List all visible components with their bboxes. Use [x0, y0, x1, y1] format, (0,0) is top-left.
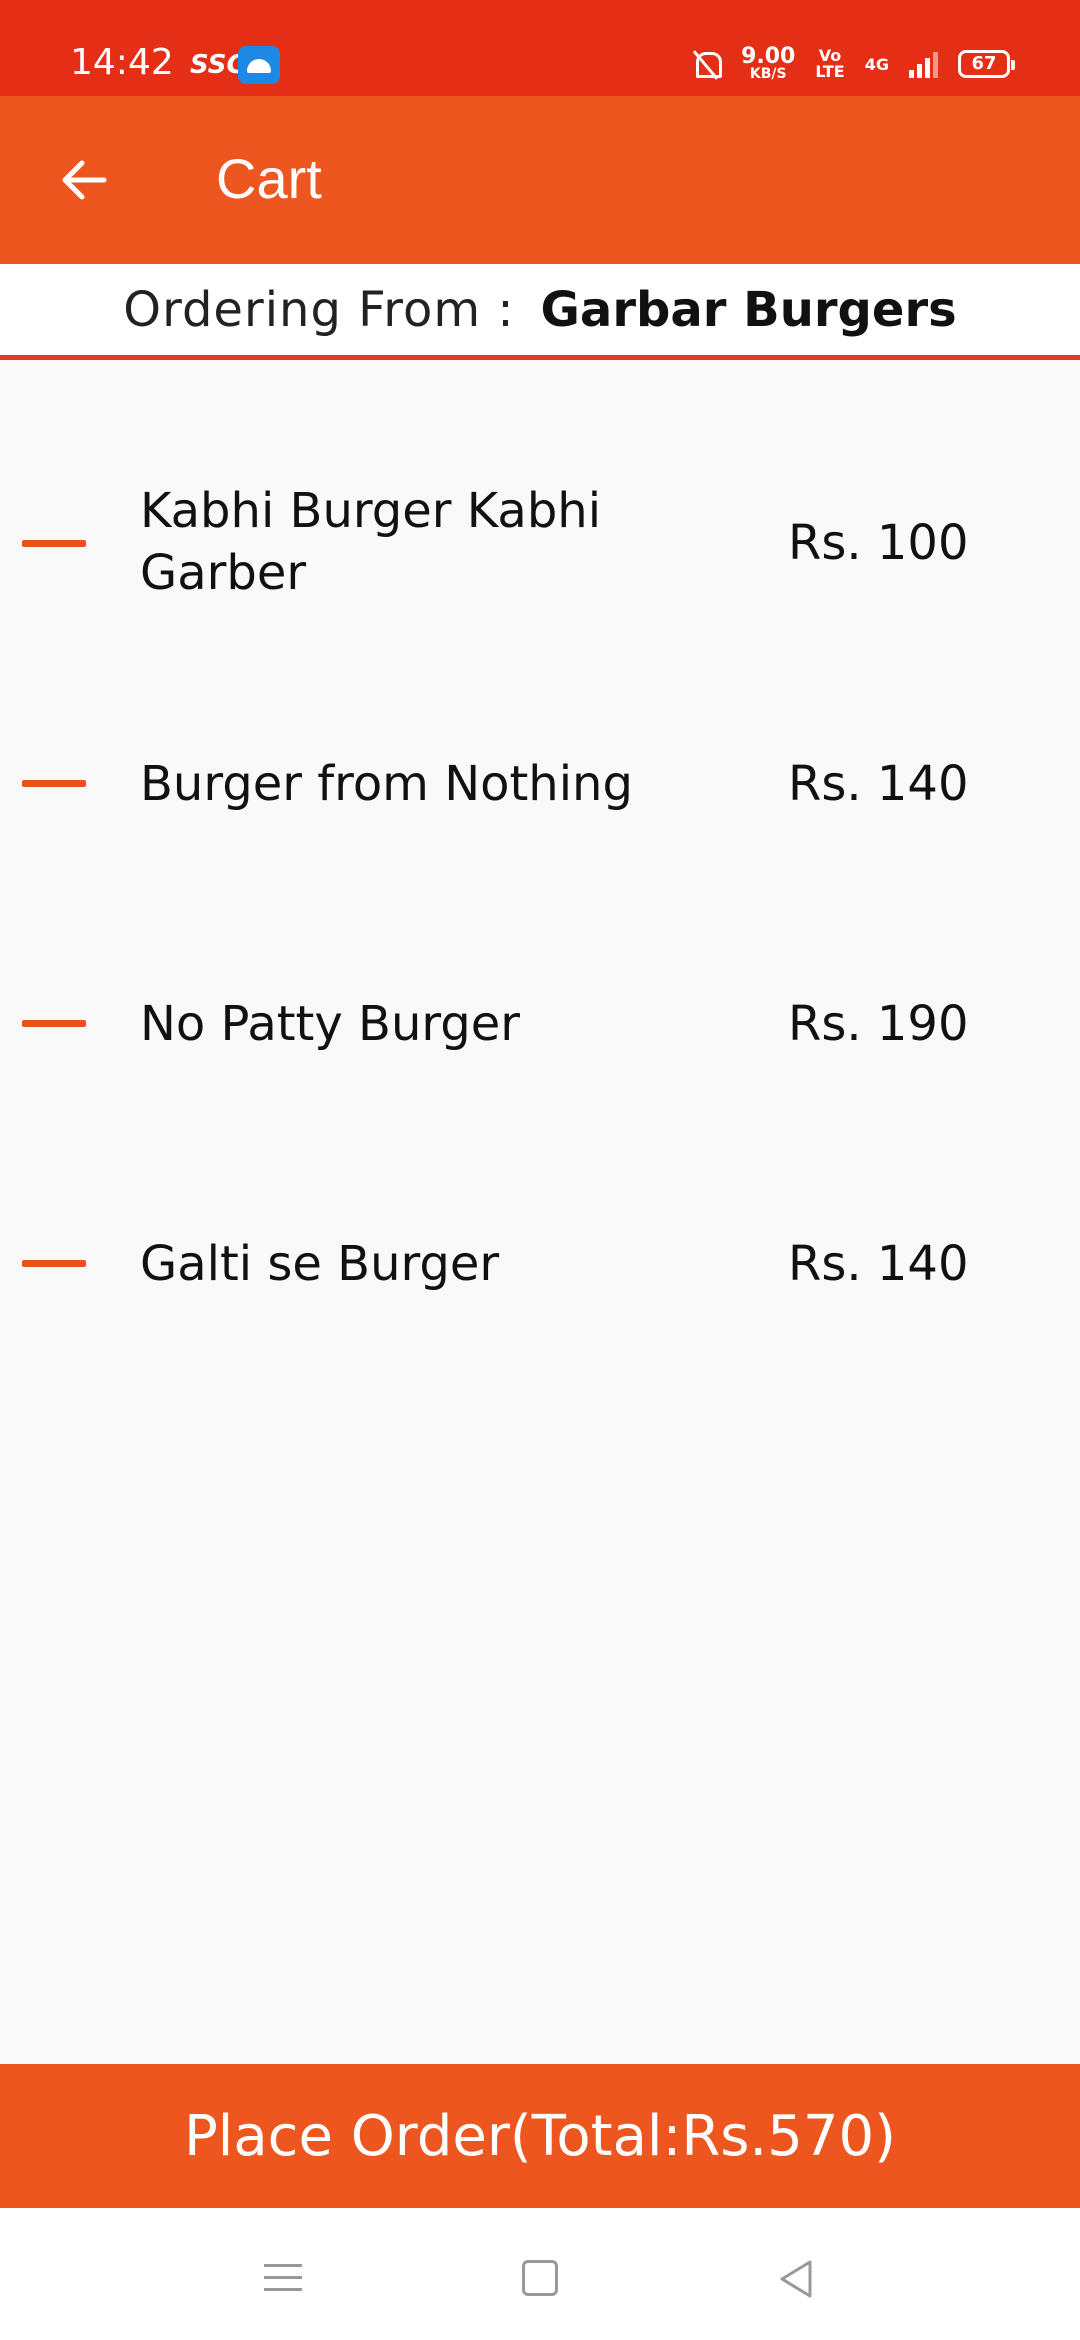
status-time: 14:42 [70, 42, 174, 83]
restaurant-name: Garbar Burgers [540, 281, 957, 338]
cart-item-name: Kabhi Burger Kabhi Garber [140, 483, 602, 601]
minus-icon[interactable] [22, 1260, 86, 1267]
network-type: 4G [864, 54, 889, 74]
cart-item-name: Galti se Burger [140, 1236, 500, 1292]
volte-indicator: Vo LTE [815, 48, 844, 80]
cart-item: Kabhi Burger Kabhi Garber Rs. 100 [0, 420, 1080, 601]
network-speed: 9.00 KB/S [741, 46, 795, 82]
volte-bottom: LTE [815, 62, 845, 81]
status-indicators: 9.00 KB/S Vo LTE 4G 67 [691, 44, 1015, 84]
arrow-left-icon[interactable] [54, 150, 114, 210]
cart-item-name: Burger from Nothing [140, 756, 633, 812]
cart-item-price: Rs. 190 [788, 996, 969, 1052]
cart-item-price: Rs. 140 [788, 1236, 969, 1292]
minus-icon[interactable] [22, 1020, 86, 1027]
status-bar: 14:42 SSG 9.00 KB/S Vo LTE 4G 67 [0, 0, 1080, 96]
system-nav-bar [0, 2208, 1080, 2340]
back-icon[interactable] [776, 2258, 816, 2300]
cart-item: Burger from Nothing Rs. 140 [0, 660, 1080, 812]
signal-icon [909, 50, 938, 78]
cart-item-name: No Patty Burger [140, 996, 521, 1052]
restaurant-header: Ordering From : Garbar Burgers [0, 264, 1080, 360]
home-icon[interactable] [522, 2260, 558, 2296]
minus-icon[interactable] [22, 780, 86, 787]
cart-item: Galti se Burger Rs. 140 [0, 1140, 1080, 1292]
app-notification-icon [238, 46, 280, 84]
ordering-from-label: Ordering From : [123, 281, 515, 338]
menu-icon[interactable] [264, 2264, 302, 2294]
cart-item-price: Rs. 100 [788, 515, 969, 571]
cart-item-price: Rs. 140 [788, 756, 969, 812]
network-speed-unit: KB/S [749, 66, 787, 82]
battery-icon: 67 [958, 50, 1015, 78]
app-bar: Cart [0, 96, 1080, 264]
page-title: Cart [216, 147, 322, 210]
cart-item: No Patty Burger Rs. 190 [0, 900, 1080, 1052]
minus-icon[interactable] [22, 540, 86, 547]
place-order-button[interactable]: Place Order(Total:Rs.570) [0, 2064, 1080, 2208]
mute-icon [691, 49, 723, 79]
